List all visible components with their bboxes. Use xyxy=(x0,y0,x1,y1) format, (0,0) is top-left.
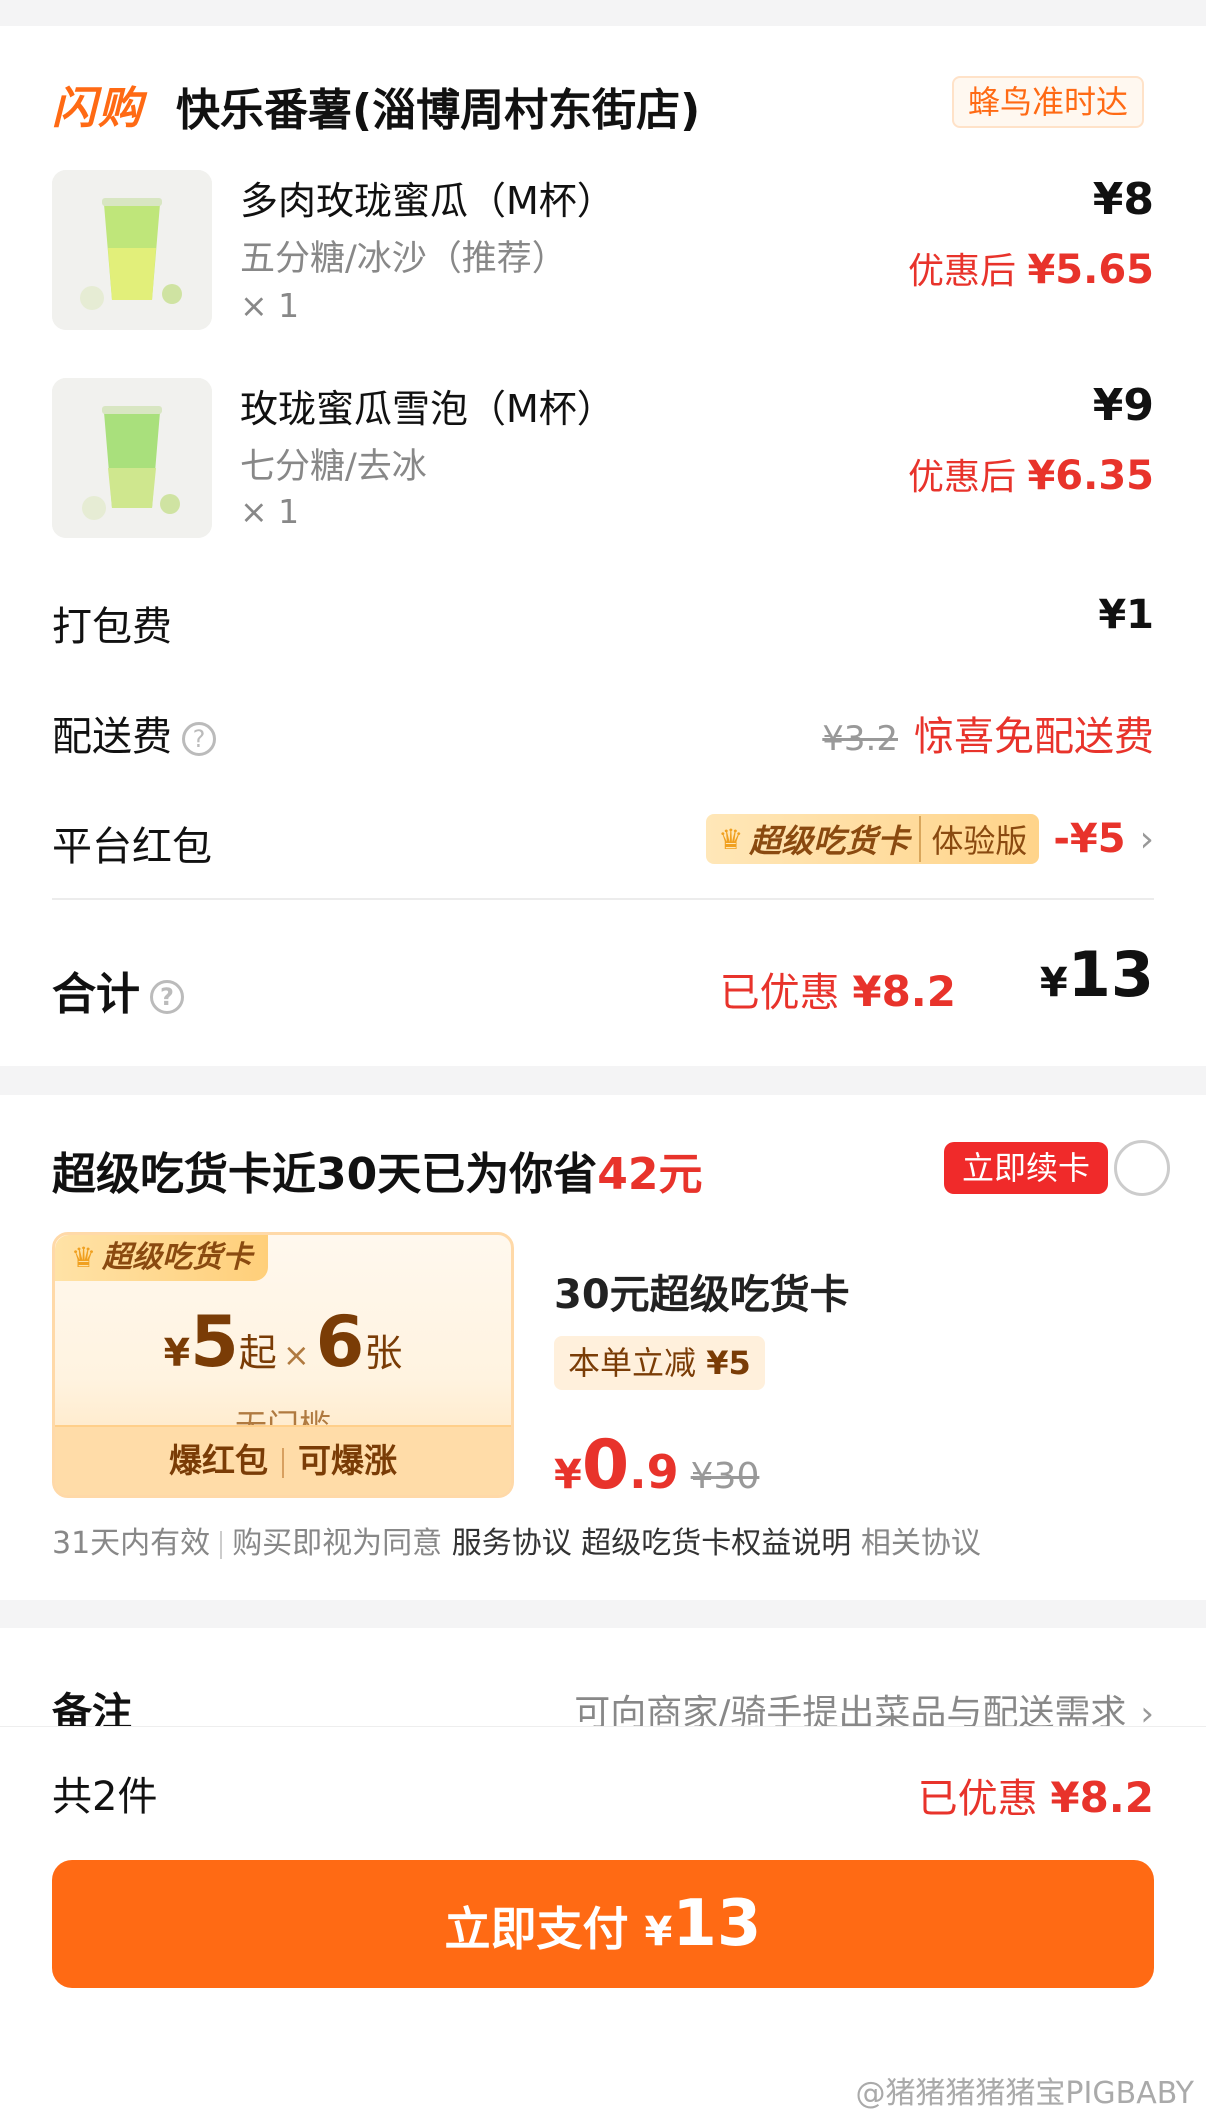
reduce-prefix: 本单立减 xyxy=(568,1344,697,1382)
discount-value: ¥5.65 xyxy=(1027,247,1154,293)
coupon-count: 6 xyxy=(315,1301,365,1383)
promo-title-text: 超级吃货卡近30天已为你省 xyxy=(52,1149,598,1200)
crown-icon: ♛ xyxy=(71,1241,97,1274)
bottom-saved: 已优惠 ¥8.2 xyxy=(918,1766,1154,1824)
service-agreement-link[interactable]: 服务协议 xyxy=(452,1526,572,1561)
coupon-amount: 5 xyxy=(190,1301,239,1383)
help-icon[interactable]: ? xyxy=(150,980,184,1014)
help-icon[interactable]: ? xyxy=(182,722,216,756)
coupon-value: ¥5起 ×6张 xyxy=(55,1301,511,1383)
crown-icon: ♛ xyxy=(718,822,744,856)
separator xyxy=(220,1530,223,1559)
total-text: 合计 xyxy=(52,969,140,1020)
product-price: ¥8 xyxy=(1092,174,1154,225)
total-value: 13 xyxy=(1067,938,1154,1011)
delivery-tag: 蜂鸟准时达 xyxy=(952,76,1145,128)
discount-prefix: 优惠后 xyxy=(908,251,1017,292)
delivery-fee-original: ¥3.2 xyxy=(822,719,898,759)
super-card-price: ¥0.9 ¥30 xyxy=(554,1426,759,1505)
coupon-feature: 可爆涨 xyxy=(298,1441,397,1480)
total-saved: 已优惠 ¥8.2 xyxy=(720,960,956,1018)
coupon-currency: ¥ xyxy=(163,1331,191,1375)
watermark: @猪猪猪猪猪宝PIGBABY xyxy=(855,2076,1194,2111)
saved-prefix: 已优惠 xyxy=(917,1776,1038,1822)
saved-amount: ¥8.2 xyxy=(1050,1773,1154,1822)
price-integer: 0 xyxy=(581,1426,630,1505)
super-card-version: 体验版 xyxy=(919,816,1027,862)
coupon-features: 爆红包 可爆涨 xyxy=(55,1425,511,1495)
terms-validity: 31天内有效 xyxy=(52,1526,211,1561)
related-agreement-link[interactable]: 相关协议 xyxy=(861,1526,981,1561)
delivery-fee-text: 配送费 xyxy=(52,714,172,760)
discount-value: ¥6.35 xyxy=(1027,453,1154,499)
pay-label: 立即支付 xyxy=(444,1902,629,1956)
product-qty: × 1 xyxy=(240,492,300,531)
price-decimal: .9 xyxy=(629,1445,679,1499)
renew-card-button[interactable]: 立即续卡 xyxy=(944,1142,1109,1194)
coupon-feature: 爆红包 xyxy=(169,1441,268,1480)
saved-prefix: 已优惠 xyxy=(719,970,840,1016)
brand-logo: 闪购 xyxy=(52,83,144,134)
coupon-tag-label: 超级吃货卡 xyxy=(102,1240,253,1275)
price-original: ¥30 xyxy=(690,1456,760,1497)
delivery-fee-value: ¥3.2 惊喜免配送费 xyxy=(822,704,1154,762)
item-count: 共2件 xyxy=(52,1774,158,1820)
product-discount-price: 优惠后 ¥6.35 xyxy=(908,448,1154,500)
super-card-name: 30元超级吃货卡 xyxy=(554,1272,850,1318)
coupon-card: ♛超级吃货卡 ¥5起×6张 无门槛 爆红包可爆涨 xyxy=(52,1232,514,1498)
super-card-badge: ♛ 超级吃货卡 体验版 xyxy=(706,814,1040,864)
shop-name[interactable]: 快乐番薯(淄博周村东街店) xyxy=(176,74,700,138)
coupon-count-unit: 张 xyxy=(364,1331,403,1375)
card-terms: 31天内有效 购买即视为同意 服务协议 超级吃货卡权益说明 相关协议 xyxy=(52,1518,981,1562)
chevron-right-icon: › xyxy=(1139,818,1154,860)
reduce-amount: ¥5 xyxy=(706,1344,751,1382)
product-name: 多肉玫珑蜜瓜（M杯） xyxy=(240,179,615,223)
pay-amount: 13 xyxy=(672,1887,762,1961)
product-spec: 七分糖/去冰 xyxy=(240,447,427,487)
card-benefits-link[interactable]: 超级吃货卡权益说明 xyxy=(581,1526,851,1561)
discount-prefix: 优惠后 xyxy=(908,457,1017,498)
super-card-badge-label: 超级吃货卡 xyxy=(749,822,910,860)
divider xyxy=(52,898,1154,900)
product-discount-price: 优惠后 ¥5.65 xyxy=(908,242,1154,294)
total-label: 合计? xyxy=(52,958,184,1022)
terms-agree: 购买即视为同意 xyxy=(232,1526,443,1561)
promo-title-amount: 42元 xyxy=(597,1149,703,1200)
product-price: ¥9 xyxy=(1092,380,1154,431)
instant-reduce-badge: 本单立减 ¥5 xyxy=(554,1336,765,1390)
saved-amount: ¥8.2 xyxy=(852,967,956,1016)
promo-title: 超级吃货卡近30天已为你省42元 xyxy=(52,1138,702,1202)
super-card-radio[interactable] xyxy=(1114,1140,1170,1196)
delivery-fee-label: 配送费? xyxy=(52,704,216,762)
product-qty: × 1 xyxy=(240,286,300,325)
redpack-selector[interactable]: ♛ 超级吃货卡 体验版 -¥5 › xyxy=(706,812,1154,866)
pay-now-button[interactable]: 立即支付 ¥13 xyxy=(52,1860,1154,1988)
coupon-amount-suffix: 起 xyxy=(238,1331,277,1375)
product-image xyxy=(52,378,212,538)
separator xyxy=(282,1447,284,1478)
coupon-tag: ♛ 超级吃货卡 xyxy=(55,1235,269,1281)
price-currency: ¥ xyxy=(554,1452,582,1498)
coupon-times: × xyxy=(282,1336,310,1374)
redpack-amount: -¥5 xyxy=(1053,816,1126,862)
product-name: 玫珑蜜瓜雪泡（M杯） xyxy=(240,387,615,431)
packing-fee-label: 打包费 xyxy=(52,604,172,650)
packing-fee-value: ¥1 xyxy=(1098,592,1154,638)
product-spec: 五分糖/冰沙（推荐） xyxy=(240,239,567,279)
redpack-label: 平台红包 xyxy=(52,824,212,870)
currency-symbol: ¥ xyxy=(1039,960,1068,1006)
total-amount: ¥13 xyxy=(1040,938,1154,1011)
product-image xyxy=(52,170,212,330)
pay-currency: ¥ xyxy=(644,1909,673,1955)
delivery-fee-free: 惊喜免配送费 xyxy=(914,714,1154,760)
